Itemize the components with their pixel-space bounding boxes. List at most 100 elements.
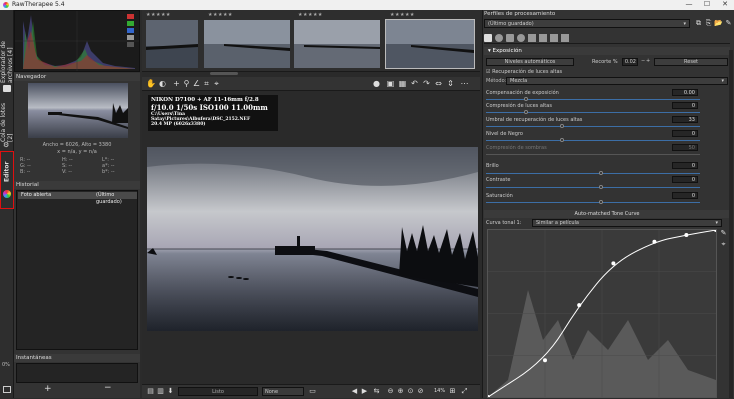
luminance-toggle[interactable]: [127, 35, 134, 40]
filmstrip-scrollbar[interactable]: [210, 72, 238, 75]
curve-edit-icon[interactable]: ✎: [719, 229, 728, 238]
profile-select[interactable]: (Último guardado) ▾: [484, 19, 690, 28]
blue-channel-toggle[interactable]: [127, 28, 134, 33]
output-profile-select[interactable]: None: [262, 387, 304, 396]
navigator-header[interactable]: Navegador: [14, 73, 140, 81]
curve-control-point[interactable]: [543, 358, 547, 363]
auto-levels-button[interactable]: Niveles automáticos: [486, 58, 574, 66]
green-channel-toggle[interactable]: [127, 21, 134, 26]
thumb-rating[interactable]: ★★★★★: [298, 12, 323, 18]
slider-knob-hl-threshold[interactable]: [560, 124, 564, 128]
gear-icon[interactable]: ⚙: [3, 142, 11, 149]
slider-knob-exposure[interactable]: [524, 97, 528, 101]
slider-value-brightness[interactable]: 0: [672, 162, 698, 169]
slider-knob-saturation[interactable]: [599, 200, 603, 204]
rotate-left-icon[interactable]: ↶: [410, 79, 419, 88]
chroma-toggle[interactable]: [127, 42, 134, 47]
slider-knob-black[interactable]: [560, 138, 564, 142]
zoom-fit-icon[interactable]: ⊙: [406, 387, 415, 396]
reset-button[interactable]: Reset: [654, 58, 728, 66]
flip-v-icon[interactable]: ⇕: [446, 79, 455, 88]
tab-batch-queue[interactable]: Cola de lotes [2]: [0, 98, 14, 142]
curve-control-point[interactable]: [611, 261, 616, 266]
close-button[interactable]: ✕: [716, 0, 734, 10]
crosshair-icon[interactable]: +: [172, 79, 181, 88]
queue-icon[interactable]: ▥: [156, 387, 165, 396]
thumb-rating[interactable]: ★★★★★: [146, 12, 171, 18]
panel-toggle-icon[interactable]: [3, 386, 11, 393]
more-icon[interactable]: ⋯: [460, 79, 469, 88]
slider-knob-brightness[interactable]: [599, 171, 603, 175]
film-thumb[interactable]: [146, 20, 198, 68]
clip-shadow-icon[interactable]: ●: [372, 79, 381, 88]
film-thumb[interactable]: [204, 20, 290, 68]
snapshots-list[interactable]: [16, 363, 138, 383]
curve-type-select[interactable]: Similar a película ▾: [532, 219, 722, 227]
hand-icon[interactable]: ✋: [146, 79, 156, 88]
exposure-header[interactable]: ▾ Exposición: [484, 47, 730, 55]
thumb-rating[interactable]: ★★★★★: [208, 12, 233, 18]
tone-curve-title[interactable]: Auto-matched Tone Curve: [484, 210, 730, 218]
history-header[interactable]: Historial: [14, 181, 140, 189]
straighten-icon[interactable]: ∠: [192, 79, 201, 88]
highlight-recovery-checkbox[interactable]: ☑ Recuperación de luces altas: [486, 69, 562, 75]
red-channel-toggle[interactable]: [127, 14, 134, 19]
tone-curve-editor[interactable]: [486, 228, 718, 399]
tab-wavelet[interactable]: [528, 33, 536, 42]
remove-snapshot-button[interactable]: −: [104, 383, 112, 393]
clip-increment[interactable]: +: [646, 58, 650, 64]
slider-value-saturation[interactable]: 0: [672, 192, 698, 199]
gamut-icon[interactable]: ▭: [308, 387, 317, 396]
tab-detail[interactable]: [506, 33, 514, 42]
slider-track-hl-threshold[interactable]: [486, 126, 700, 127]
print-icon[interactable]: ▤: [146, 387, 155, 396]
method-select[interactable]: Mezcla ▾: [506, 77, 728, 85]
thumb-rating[interactable]: ★★★★★: [390, 12, 415, 18]
slider-value-hl-compression[interactable]: 0: [672, 102, 698, 109]
clip-decrement[interactable]: −: [641, 58, 645, 64]
curve-control-point[interactable]: [652, 239, 657, 244]
sync-icon[interactable]: ⇆: [372, 387, 381, 396]
slider-knob-hl-compression[interactable]: [524, 110, 528, 114]
curve-control-point[interactable]: [684, 233, 689, 238]
slider-value-exposure[interactable]: 0.00: [672, 89, 698, 96]
transform-icon[interactable]: ⌖: [212, 79, 221, 88]
curve-control-point[interactable]: [577, 303, 582, 308]
color-picker-icon[interactable]: ⚲: [182, 79, 191, 88]
new-window-icon[interactable]: ⊞: [448, 387, 457, 396]
clip-input[interactable]: 0.02: [622, 58, 638, 66]
add-snapshot-button[interactable]: +: [44, 384, 52, 394]
zoom-100-icon[interactable]: ⊘: [416, 387, 425, 396]
slider-track-saturation[interactable]: [486, 202, 700, 203]
slider-track-brightness[interactable]: [486, 173, 700, 174]
zoom-out-icon[interactable]: ⊖: [386, 387, 395, 396]
history-row[interactable]: Foto abierta (Último guardado): [18, 192, 137, 205]
tab-favorites[interactable]: [484, 33, 492, 42]
tab-exposure[interactable]: [495, 33, 503, 42]
fullscreen-icon[interactable]: ⤢: [460, 387, 469, 396]
copy-icon[interactable]: ⧉: [694, 19, 703, 28]
maximize-button[interactable]: ☐: [698, 0, 716, 10]
right-scrollbar[interactable]: [729, 50, 733, 398]
crop-icon[interactable]: ⌗: [202, 79, 211, 88]
tab-color[interactable]: [517, 33, 525, 42]
film-thumb[interactable]: [294, 20, 380, 68]
history-list[interactable]: Foto abierta (Último guardado): [16, 190, 138, 350]
slider-value-contrast[interactable]: 0: [672, 176, 698, 183]
slider-value-hl-threshold[interactable]: 33: [672, 116, 698, 123]
tab-metadata[interactable]: [561, 33, 569, 42]
zoom-in-icon[interactable]: ⊕: [396, 387, 405, 396]
folder-icon[interactable]: [3, 85, 11, 92]
slider-track-exposure[interactable]: [486, 99, 700, 100]
paste-icon[interactable]: ⎘: [704, 19, 713, 28]
focus-mask-icon[interactable]: ▦: [398, 79, 407, 88]
film-thumb-selected[interactable]: [385, 19, 475, 69]
flip-h-icon[interactable]: ⇔: [434, 79, 443, 88]
next-image-icon[interactable]: ▶: [360, 387, 369, 396]
save-icon[interactable]: ⬇: [166, 387, 175, 396]
tone-curve-graph[interactable]: [486, 228, 718, 399]
slider-value-black[interactable]: 0: [672, 130, 698, 137]
snapshots-header[interactable]: Instantáneas: [14, 354, 140, 362]
slider-knob-contrast[interactable]: [599, 185, 603, 189]
tab-file-browser[interactable]: Explorador de archivos [4]: [0, 15, 14, 83]
